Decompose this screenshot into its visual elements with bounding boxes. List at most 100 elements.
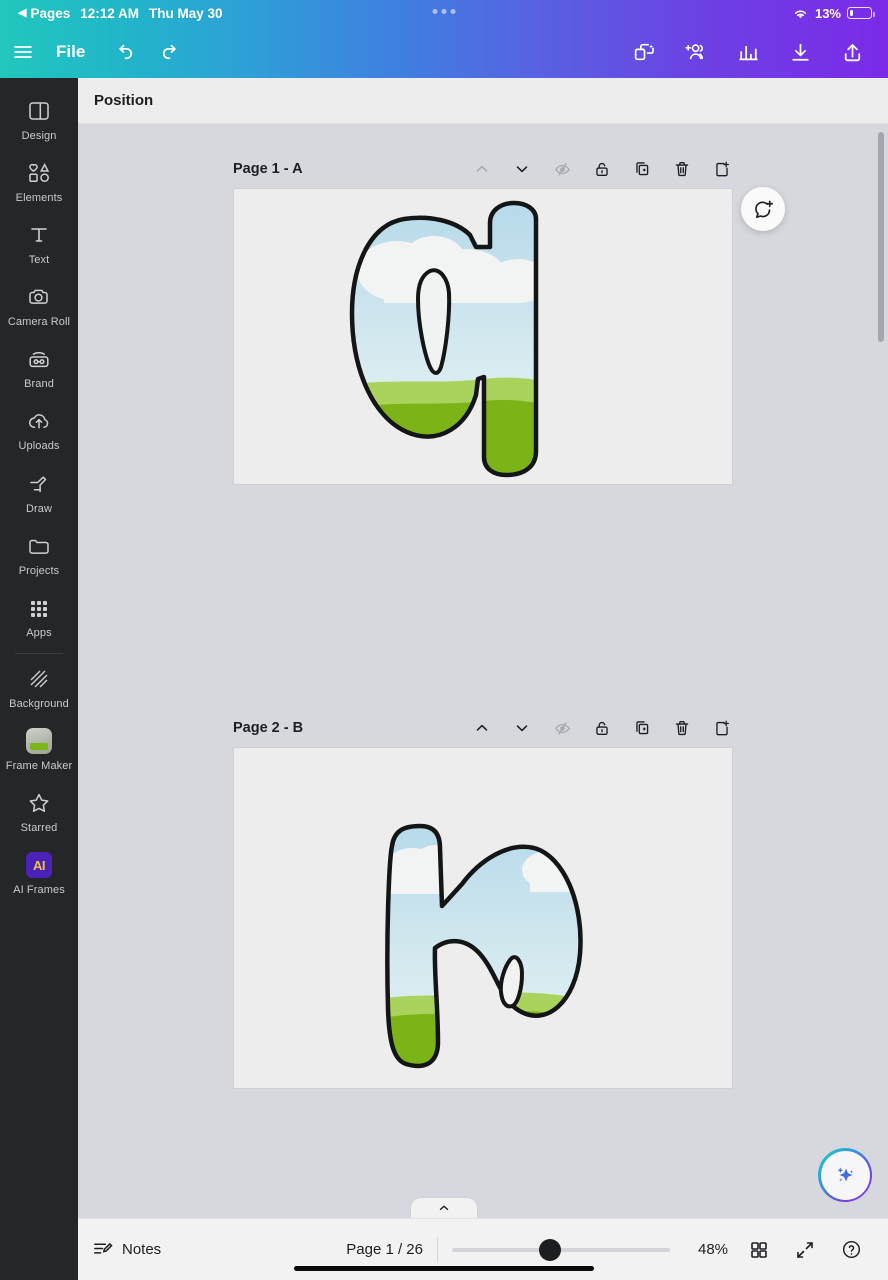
lock-page-button[interactable] <box>591 717 613 739</box>
notes-icon <box>94 1242 113 1254</box>
status-date: Thu May 30 <box>149 5 223 21</box>
move-page-down-button[interactable] <box>511 158 533 180</box>
sidebar-item-camera-roll[interactable]: Camera Roll <box>0 274 78 336</box>
sidebar-item-background[interactable]: Background <box>0 656 78 718</box>
help-button[interactable] <box>828 1230 874 1270</box>
battery-percent-label: 13% <box>814 5 841 21</box>
sidebar-item-label: Starred <box>20 822 58 835</box>
grid-view-button[interactable] <box>736 1230 782 1270</box>
chevron-up-icon <box>476 165 488 172</box>
sidebar-item-label: Brand <box>24 378 54 391</box>
frame-maker-app-icon <box>26 727 52 754</box>
trash-icon <box>675 721 689 736</box>
page-counter: Page 1 / 26 <box>346 1241 423 1258</box>
duplicate-page-button[interactable] <box>631 158 653 180</box>
magic-switch-icon[interactable] <box>618 29 670 75</box>
page-canvas-1[interactable] <box>234 189 732 484</box>
back-label: Pages <box>30 5 71 21</box>
sidebar-item-frame-maker[interactable]: Frame Maker <box>0 718 78 780</box>
sidebar-item-text[interactable]: Text <box>0 212 78 274</box>
left-sidebar: Design Elements Text Camera Roll Brand U… <box>0 78 78 1280</box>
move-page-down-button[interactable] <box>511 717 533 739</box>
duplicate-page-icon <box>636 721 649 735</box>
design-layout-icon <box>29 102 49 120</box>
sidebar-item-uploads[interactable]: Uploads <box>0 398 78 460</box>
letter-b-landscape-illustration[interactable] <box>234 748 732 1088</box>
sidebar-item-design[interactable]: Design <box>0 88 78 150</box>
page-header: Page 1 - A <box>233 149 733 189</box>
status-bar-left: ◀ Pages 12:12 AM Thu May 30 <box>0 6 223 21</box>
sidebar-item-label: Elements <box>15 192 63 205</box>
chevron-down-icon <box>516 166 528 173</box>
text-t-icon <box>31 228 47 242</box>
delete-page-button[interactable] <box>671 717 693 739</box>
hide-page-button[interactable] <box>551 158 573 180</box>
chevron-down-icon <box>516 725 528 732</box>
sidebar-item-draw[interactable]: Draw <box>0 461 78 523</box>
add-page-button[interactable] <box>711 717 733 739</box>
add-collaborator-icon[interactable] <box>670 29 722 75</box>
apps-grid-icon <box>31 600 47 617</box>
magic-studio-button[interactable] <box>818 1148 872 1202</box>
top-bar: ◀ Pages 12:12 AM Thu May 30 13% File <box>0 0 888 78</box>
hamburger-menu-icon[interactable] <box>0 29 46 75</box>
duplicate-page-icon <box>636 162 649 176</box>
sidebar-item-elements[interactable]: Elements <box>0 150 78 212</box>
move-page-up-button[interactable] <box>471 158 493 180</box>
sidebar-item-label: Uploads <box>18 440 60 453</box>
sidebar-item-label: Design <box>21 130 57 142</box>
share-icon[interactable] <box>826 29 878 75</box>
zoom-slider-knob[interactable] <box>539 1238 562 1261</box>
sidebar-item-label: Background <box>9 697 69 710</box>
sidebar-item-ai-frames[interactable]: AI AI Frames <box>0 842 78 904</box>
loading-dots-icon <box>432 9 456 14</box>
canva-editor-screen: ◀ Pages 12:12 AM Thu May 30 13% File Des… <box>0 0 888 1280</box>
page-tools <box>471 717 733 739</box>
back-to-pages-button[interactable]: ◀ Pages <box>18 6 70 21</box>
fullscreen-button[interactable] <box>782 1230 828 1270</box>
sidebar-item-label: Text <box>28 254 50 267</box>
ios-status-bar: ◀ Pages 12:12 AM Thu May 30 13% <box>0 0 888 26</box>
bottom-divider <box>437 1236 438 1263</box>
sidebar-item-label: AI Frames <box>13 884 65 897</box>
add-page-icon <box>716 720 729 736</box>
sidebar-item-label: Apps <box>26 626 52 639</box>
brand-radio-icon <box>29 352 49 368</box>
add-comment-button[interactable] <box>741 187 785 231</box>
redo-icon[interactable] <box>147 29 193 75</box>
duplicate-page-button[interactable] <box>631 717 653 739</box>
collapse-panel-button[interactable] <box>411 1198 477 1218</box>
insights-chart-icon[interactable] <box>722 29 774 75</box>
download-icon[interactable] <box>774 29 826 75</box>
notes-label: Notes <box>122 1241 162 1258</box>
hide-page-icon <box>554 162 570 176</box>
add-page-icon <box>716 161 729 177</box>
undo-icon[interactable] <box>101 29 147 75</box>
elements-shapes-icon <box>29 163 50 183</box>
help-circle-icon <box>842 1240 860 1259</box>
file-menu-button[interactable]: File <box>46 42 101 62</box>
zoom-slider[interactable] <box>452 1238 670 1261</box>
move-page-up-button[interactable] <box>471 717 493 739</box>
page-title: Page 1 - A <box>233 161 303 177</box>
sidebar-item-brand[interactable]: Brand <box>0 336 78 398</box>
notes-button[interactable]: Notes <box>92 1239 161 1260</box>
sidebar-item-label: Draw <box>25 502 53 515</box>
add-page-button[interactable] <box>711 158 733 180</box>
sparkles-glyph <box>837 1167 854 1182</box>
toolbar-right-group <box>618 29 878 75</box>
background-hatch-icon <box>30 670 48 688</box>
design-canvas-scroll-area[interactable]: Page 1 - A Page 2 - B <box>78 124 888 1218</box>
page-tools <box>471 158 733 180</box>
sidebar-item-projects[interactable]: Projects <box>0 523 78 585</box>
letter-a-landscape-illustration[interactable] <box>234 189 732 484</box>
sidebar-item-starred[interactable]: Starred <box>0 780 78 842</box>
sidebar-item-label: Projects <box>18 564 60 577</box>
delete-page-button[interactable] <box>671 158 693 180</box>
position-bar[interactable]: Position <box>78 78 888 124</box>
page-canvas-2[interactable] <box>234 748 732 1088</box>
back-caret-icon: ◀ <box>18 6 27 19</box>
lock-page-button[interactable] <box>591 158 613 180</box>
hide-page-button[interactable] <box>551 717 573 739</box>
sidebar-item-apps[interactable]: Apps <box>0 585 78 647</box>
